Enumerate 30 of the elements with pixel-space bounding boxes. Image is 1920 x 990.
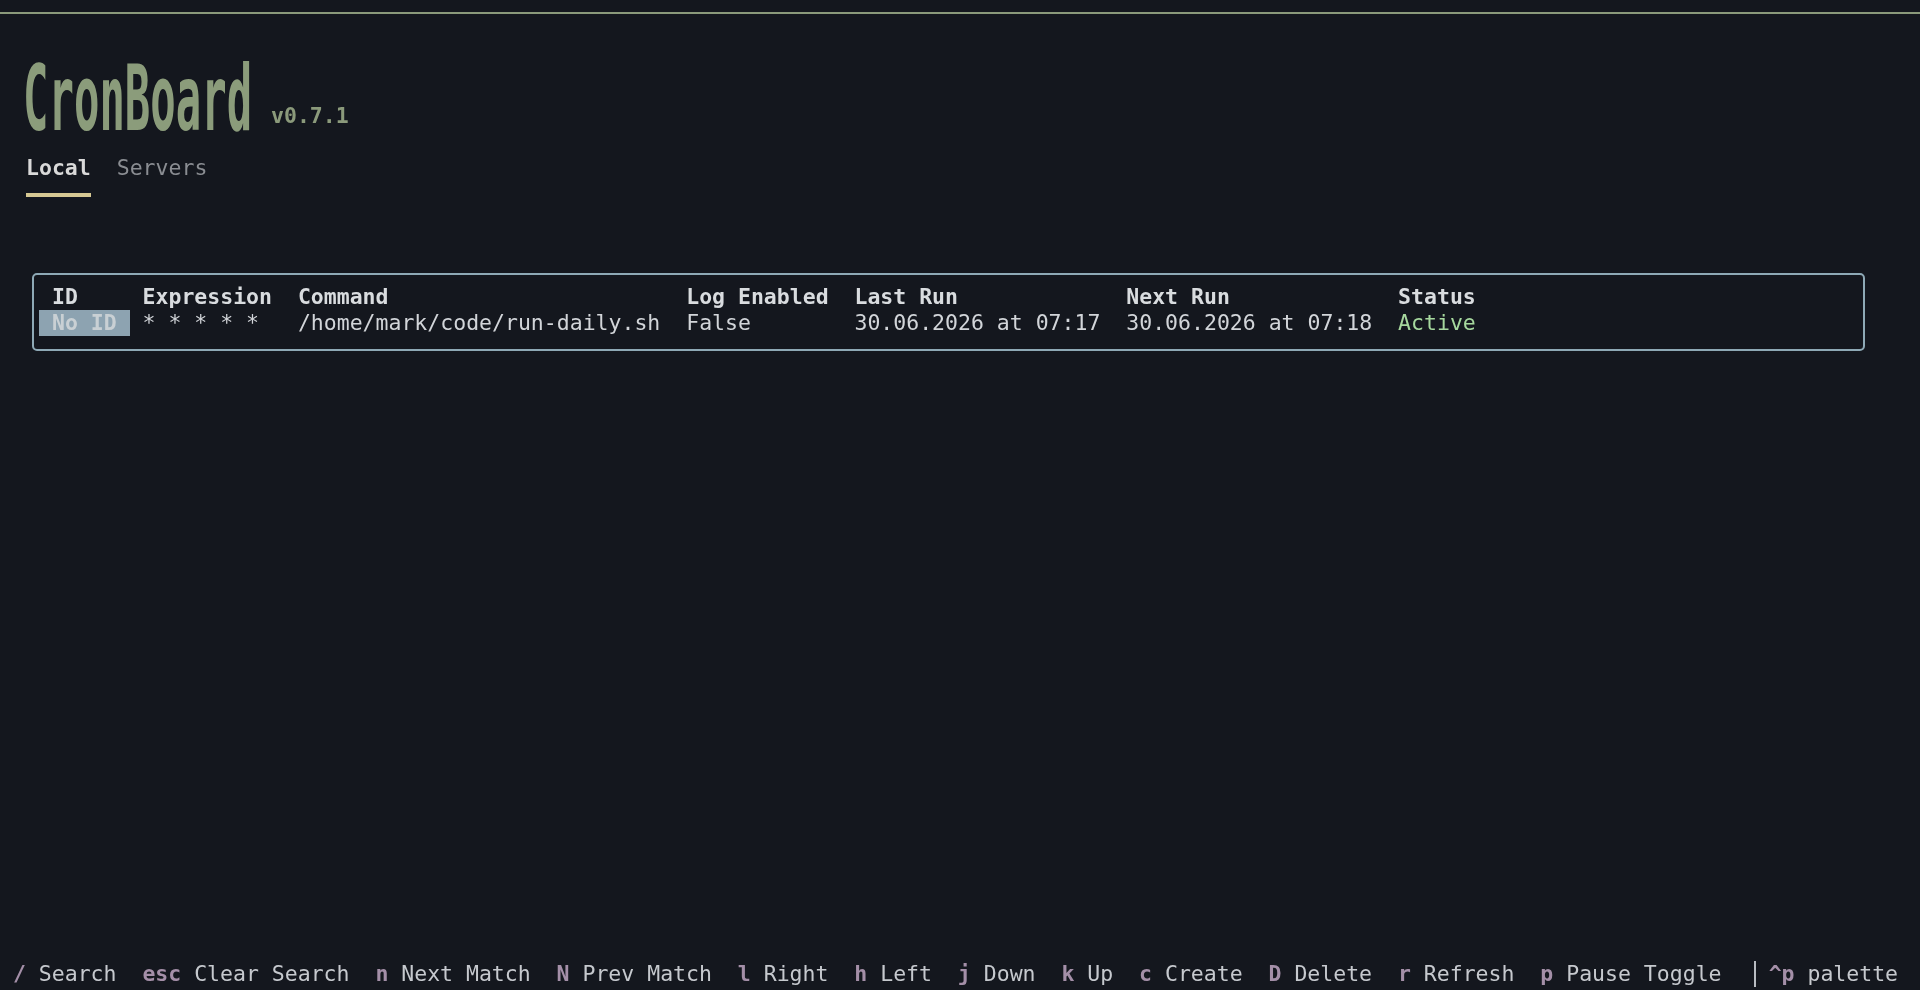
app-logo: CronBoard xyxy=(23,54,253,144)
column-header: Status xyxy=(1397,284,1477,310)
column-header: Last Run xyxy=(853,284,959,310)
table-cell[interactable]: False xyxy=(673,309,842,336)
table-cell[interactable]: /home/mark/code/run-daily.sh xyxy=(284,309,674,336)
shortcut-button[interactable]: j Down xyxy=(944,961,1049,987)
shortcut-button[interactable]: n Next Match xyxy=(362,961,544,987)
shortcut-button[interactable]: c Create xyxy=(1126,961,1256,987)
table-cell[interactable]: * * * * * xyxy=(129,309,285,336)
table-cell[interactable]: Active xyxy=(1385,309,1489,336)
shortcut-button[interactable]: / Search xyxy=(0,961,130,987)
tab[interactable]: Local xyxy=(26,155,91,197)
column-header: Expression xyxy=(129,284,285,310)
column-header: Log Enabled xyxy=(685,284,830,310)
shortcut-button[interactable]: N Prev Match xyxy=(543,961,725,987)
shortcut-button[interactable]: l Right xyxy=(724,961,842,987)
shortcut-button[interactable]: D Delete xyxy=(1255,961,1385,987)
table-cell[interactable]: 30.06.2026 at 07:18 xyxy=(1113,309,1386,336)
shortcut-button[interactable]: p Pause Toggle xyxy=(1527,961,1735,987)
column-header: Command xyxy=(296,284,390,310)
shortcut-button[interactable]: esc Clear Search xyxy=(129,961,363,987)
column-header: Next Run xyxy=(1125,284,1231,310)
shortcut-button[interactable]: r Refresh xyxy=(1385,961,1528,987)
tab[interactable]: Servers xyxy=(116,155,208,197)
shortcut-button[interactable]: k Up xyxy=(1048,961,1127,987)
shortcut-button[interactable]: h Left xyxy=(841,961,945,987)
version-label: v0.7.1 xyxy=(271,103,349,129)
column-header: ID xyxy=(39,284,130,310)
palette-button[interactable]: ^p palette xyxy=(1755,961,1911,987)
table-cell[interactable]: 30.06.2026 at 07:17 xyxy=(841,309,1114,336)
